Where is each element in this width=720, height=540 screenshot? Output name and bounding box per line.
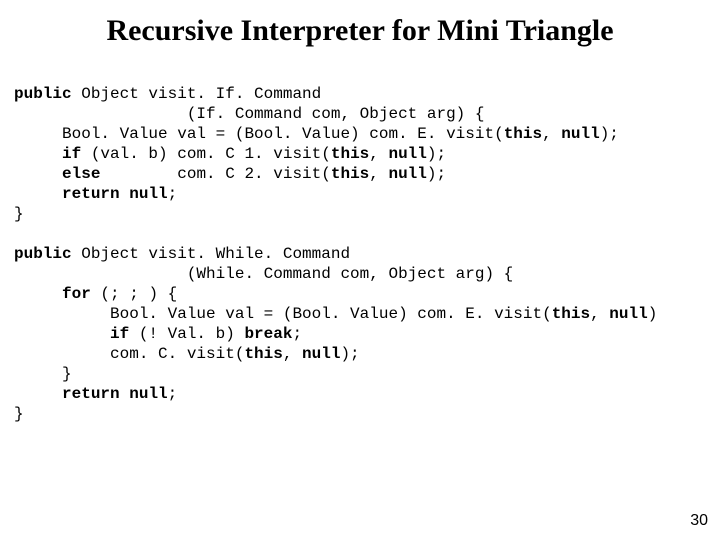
code-text bbox=[120, 385, 130, 403]
code-text: com. C 2. visit( bbox=[100, 165, 330, 183]
code-text: (; ; ) { bbox=[91, 285, 177, 303]
keyword-break: break bbox=[244, 325, 292, 343]
keyword-null: null bbox=[129, 185, 167, 203]
code-text: , bbox=[369, 165, 388, 183]
code-text bbox=[14, 145, 62, 163]
keyword-null: null bbox=[561, 125, 599, 143]
code-text: ); bbox=[427, 165, 446, 183]
code-text: } bbox=[14, 405, 24, 423]
keyword-null: null bbox=[609, 305, 647, 323]
code-text: ; bbox=[168, 185, 178, 203]
code-text bbox=[14, 385, 62, 403]
slide-title: Recursive Interpreter for Mini Triangle bbox=[0, 14, 720, 48]
keyword-this: this bbox=[244, 345, 282, 363]
code-text: Object visit. If. Command bbox=[72, 85, 322, 103]
code-text: } bbox=[14, 365, 72, 383]
code-text: com. C. visit( bbox=[14, 345, 244, 363]
keyword-for: for bbox=[62, 285, 91, 303]
code-text: , bbox=[369, 145, 388, 163]
code-text: , bbox=[283, 345, 302, 363]
code-text: Bool. Value val = (Bool. Value) com. E. … bbox=[14, 125, 504, 143]
keyword-return: return bbox=[62, 185, 120, 203]
keyword-public: public bbox=[14, 245, 72, 263]
code-block: public Object visit. If. Command (If. Co… bbox=[14, 84, 657, 424]
keyword-null: null bbox=[388, 165, 426, 183]
code-text: (! Val. b) bbox=[129, 325, 244, 343]
code-text: ); bbox=[427, 145, 446, 163]
keyword-this: this bbox=[552, 305, 590, 323]
code-text bbox=[14, 325, 110, 343]
code-text: ; bbox=[168, 385, 178, 403]
keyword-this: this bbox=[331, 145, 369, 163]
code-text: , bbox=[590, 305, 609, 323]
keyword-if: if bbox=[110, 325, 129, 343]
keyword-null: null bbox=[129, 385, 167, 403]
code-text: (val. b) com. C 1. visit( bbox=[81, 145, 331, 163]
keyword-public: public bbox=[14, 85, 72, 103]
code-text bbox=[120, 185, 130, 203]
code-text: , bbox=[542, 125, 561, 143]
code-text bbox=[14, 285, 62, 303]
code-text: ); bbox=[600, 125, 619, 143]
keyword-this: this bbox=[331, 165, 369, 183]
page-number: 30 bbox=[690, 512, 708, 530]
code-text: Bool. Value val = (Bool. Value) com. E. … bbox=[14, 305, 552, 323]
code-text: ; bbox=[292, 325, 302, 343]
slide: Recursive Interpreter for Mini Triangle … bbox=[0, 0, 720, 540]
keyword-return: return bbox=[62, 385, 120, 403]
code-text bbox=[14, 165, 62, 183]
code-text: ) bbox=[648, 305, 658, 323]
code-text: Object visit. While. Command bbox=[72, 245, 350, 263]
code-text: (If. Command com, Object arg) { bbox=[14, 105, 484, 123]
code-text bbox=[14, 185, 62, 203]
keyword-if: if bbox=[62, 145, 81, 163]
keyword-this: this bbox=[504, 125, 542, 143]
code-text: } bbox=[14, 205, 24, 223]
keyword-else: else bbox=[62, 165, 100, 183]
code-text: ); bbox=[340, 345, 359, 363]
keyword-null: null bbox=[302, 345, 340, 363]
code-text: (While. Command com, Object arg) { bbox=[14, 265, 513, 283]
keyword-null: null bbox=[388, 145, 426, 163]
